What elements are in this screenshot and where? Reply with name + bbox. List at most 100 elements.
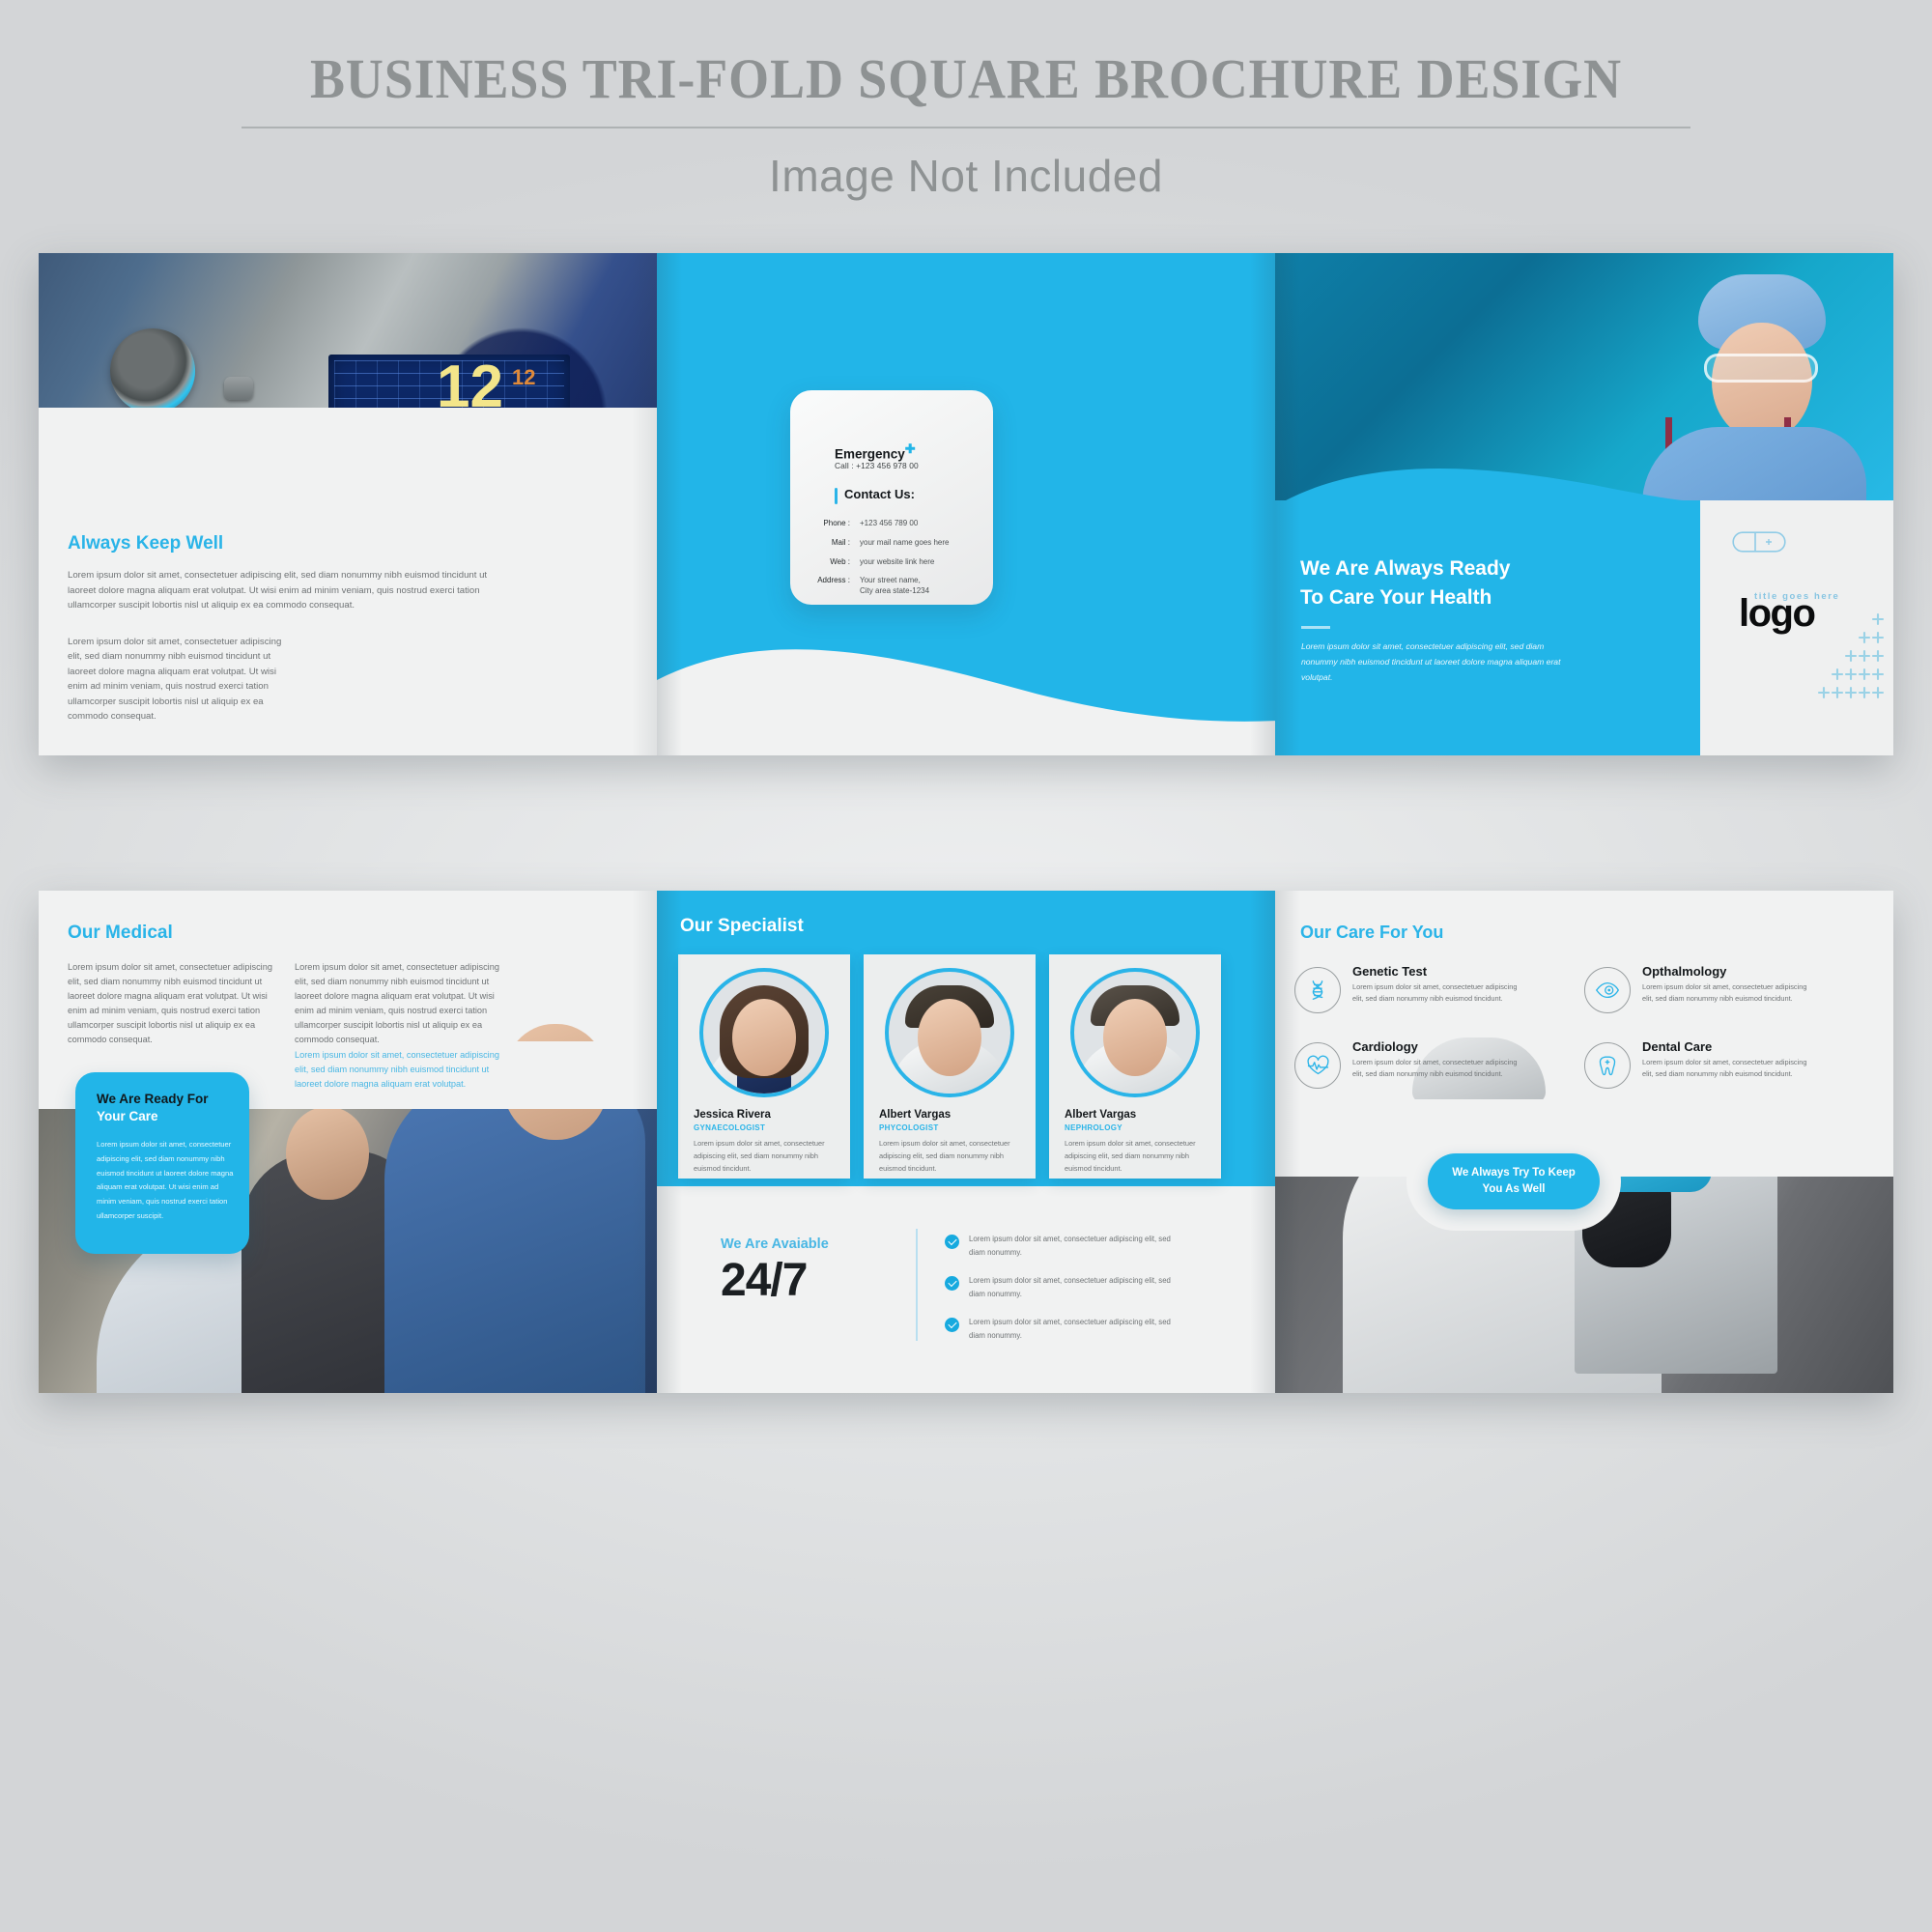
plus-pattern-icon <box>1817 612 1885 699</box>
services-grid: Genetic Test Lorem ipsum dolor sit amet, … <box>1294 964 1874 1115</box>
title-divider <box>242 127 1690 128</box>
bottom-middle-panel: Our Specialist Jessica Rivera GYNAECOLOGI… <box>657 891 1275 1393</box>
avatar-face <box>918 999 981 1076</box>
specialist-card[interactable]: Albert Vargas NEPHROLOGY Lorem ipsum dolor… <box>1049 954 1221 1179</box>
service-text: Cardiology Lorem ipsum dolor sit amet, co… <box>1352 1039 1524 1115</box>
care-card-title-line-2: Your Care <box>97 1109 158 1124</box>
ready-to-care-description: Lorem ipsum dolor sit amet, consectetuer… <box>1301 641 1561 682</box>
contact-details-list: Phone : +123 456 789 00 Mail : your mail na… <box>800 519 988 606</box>
specialist-name: Jessica Rivera <box>694 1109 771 1121</box>
contact-row: Address : Your street name, City area stat… <box>800 576 988 597</box>
ready-title-line-1: We Are Always Ready <box>1300 557 1511 580</box>
contact-row: Mail : your mail name goes here <box>800 538 988 549</box>
service-text: Dental Care Lorem ipsum dolor sit amet, c… <box>1642 1039 1814 1115</box>
availability-point-text: Lorem ipsum dolor sit amet, consectetuer… <box>969 1275 1171 1299</box>
specialist-name: Albert Vargas <box>879 1109 952 1121</box>
service-text: Genetic Test Lorem ipsum dolor sit amet, … <box>1352 964 1524 1039</box>
header: BUSINESS TRI-FOLD SQUARE BROCHURE DESIGN… <box>0 0 1932 202</box>
service-text: Opthalmology Lorem ipsum dolor sit amet, … <box>1642 964 1814 1039</box>
top-brochure-spread: 12 0 0o 12 0.21 Always Keep Well Lorem i… <box>39 253 1893 755</box>
specialist-role: GYNAECOLOGIST <box>694 1123 766 1132</box>
contact-row-value[interactable]: your website link here <box>860 557 934 568</box>
contact-row-key: Web : <box>830 556 850 566</box>
ready-for-your-care-card: We Are Ready For Your Care Lorem ipsum d… <box>75 1072 249 1254</box>
surgeon-figure <box>384 1074 645 1393</box>
specialist-description: Lorem ipsum dolor sit amet, consectetuer… <box>1065 1139 1196 1173</box>
specialist-role: PHYCOLOGIST <box>879 1123 939 1132</box>
ready-to-care-block <box>1275 500 1700 755</box>
heartbeat-icon <box>1294 1042 1341 1089</box>
specialist-description: Lorem ipsum dolor sit amet, consectetuer… <box>694 1139 825 1173</box>
service-item[interactable]: Opthalmology Lorem ipsum dolor sit amet, … <box>1584 964 1874 1039</box>
specialist-card[interactable]: Jessica Rivera GYNAECOLOGIST Lorem ipsum d… <box>678 954 850 1179</box>
keep-badge-line-1: We Always Try To Keep <box>1452 1167 1576 1179</box>
service-item[interactable]: Cardiology Lorem ipsum dolor sit amet, co… <box>1294 1039 1584 1115</box>
contact-row-value[interactable]: +123 456 789 00 <box>860 519 918 529</box>
keep-you-well-badge[interactable]: We Always Try To Keep You As Well <box>1428 1153 1600 1209</box>
our-care-title: Our Care For You <box>1300 923 1444 942</box>
care-card-title: We Are Ready For Your Care <box>97 1091 237 1125</box>
contact-row-value[interactable]: your mail name goes here <box>860 538 950 549</box>
always-keep-well-paragraph-2: Lorem ipsum dolor sit amet, consectetuer… <box>68 636 282 723</box>
tooth-icon <box>1584 1042 1631 1089</box>
availability-point-text: Lorem ipsum dolor sit amet, consectetuer… <box>969 1235 1171 1258</box>
availability-points-list: Lorem ipsum dolor sit amet, consectetuer… <box>945 1233 1177 1357</box>
our-medical-column-1: Lorem ipsum dolor sit amet, consectetuer… <box>68 962 272 1044</box>
service-description: Lorem ipsum dolor sit amet, consectetuer… <box>1352 982 1518 1004</box>
ready-to-care-title: We Are Always Ready To Care Your Health <box>1300 554 1511 613</box>
availability-value: 24/7 <box>721 1255 808 1306</box>
check-circle-icon <box>945 1235 959 1249</box>
contact-us-heading: Contact Us: <box>844 487 915 501</box>
ready-title-line-2: To Care Your Health <box>1300 586 1492 610</box>
keep-badge-text: We Always Try To Keep You As Well <box>1452 1165 1576 1197</box>
our-medical-title: Our Medical <box>68 923 173 943</box>
dna-icon <box>1294 967 1341 1013</box>
bottom-left-panel: Our Medical Lorem ipsum dolor sit amet, … <box>39 891 657 1393</box>
nurse-head <box>286 1107 369 1200</box>
emergency-call-number[interactable]: Call : +123 456 978 00 <box>835 461 919 470</box>
service-item[interactable]: Genetic Test Lorem ipsum dolor sit amet, … <box>1294 964 1584 1039</box>
contact-heading-accent-bar <box>835 488 838 504</box>
top-middle-panel: Emergency✚ Call : +123 456 978 00 Contac… <box>657 253 1275 755</box>
availability-point: Lorem ipsum dolor sit amet, consectetuer… <box>945 1274 1177 1302</box>
always-keep-well-title: Always Keep Well <box>68 533 224 554</box>
availability-label: We Are Avaiable <box>721 1236 829 1252</box>
capsule-pill-icon <box>1732 531 1786 553</box>
avatar-face <box>1103 999 1167 1076</box>
safety-glasses <box>1704 354 1818 383</box>
availability-point: Lorem ipsum dolor sit amet, consectetuer… <box>945 1233 1177 1261</box>
specialist-name: Albert Vargas <box>1065 1109 1137 1121</box>
always-keep-well-paragraph-1: Lorem ipsum dolor sit amet, consectetuer… <box>68 570 488 611</box>
specialist-photo-albert-2 <box>1070 968 1200 1097</box>
our-medical-column-2-highlight: Lorem ipsum dolor sit amet, consectetuer… <box>295 1050 499 1089</box>
specialist-role: NEPHROLOGY <box>1065 1123 1122 1132</box>
emergency-label: Emergency✚ <box>835 441 916 462</box>
service-description: Lorem ipsum dolor sit amet, consectetuer… <box>1352 1058 1518 1079</box>
service-title: Opthalmology <box>1642 964 1727 979</box>
page-subtitle: Image Not Included <box>769 151 1163 201</box>
specialist-photo-jessica <box>699 968 829 1097</box>
emergency-text: Emergency <box>835 446 905 462</box>
wave-divider-right <box>1275 469 1700 514</box>
availability-section: We Are Avaiable 24/7 Lorem ipsum dolor s… <box>657 1200 1275 1393</box>
service-description: Lorem ipsum dolor sit amet, consectetuer… <box>1642 1058 1807 1079</box>
specialist-photo-albert-1 <box>885 968 1014 1097</box>
monitor-value-small-top: 12 <box>512 365 536 389</box>
check-circle-icon <box>945 1317 959 1332</box>
service-item[interactable]: Dental Care Lorem ipsum dolor sit amet, c… <box>1584 1039 1874 1115</box>
top-left-content: Always Keep Well Lorem ipsum dolor sit a… <box>68 533 529 724</box>
monitor-knob-1 <box>224 377 253 400</box>
service-title: Cardiology <box>1352 1039 1418 1054</box>
contact-row-key: Phone : <box>823 519 850 527</box>
service-description: Lorem ipsum dolor sit amet, consectetuer… <box>1642 982 1807 1004</box>
specialist-card[interactable]: Albert Vargas PHYCOLOGIST Lorem ipsum dolo… <box>864 954 1036 1179</box>
bottom-right-panel: Our Care For You Genetic Test Lorem ipsum… <box>1275 891 1893 1393</box>
ready-title-rule <box>1301 626 1330 629</box>
contact-row: Phone : +123 456 789 00 <box>800 519 988 529</box>
availability-point-text: Lorem ipsum dolor sit amet, consectetuer… <box>969 1317 1171 1341</box>
care-card-title-line-1: We Are Ready For <box>97 1092 209 1106</box>
availability-divider <box>916 1229 918 1341</box>
contact-row-key: Address : <box>817 576 850 585</box>
brochure-mockup-canvas: BUSINESS TRI-FOLD SQUARE BROCHURE DESIGN… <box>0 0 1932 1932</box>
contact-row-value[interactable]: Your street name, City area state-1234 <box>860 576 929 597</box>
